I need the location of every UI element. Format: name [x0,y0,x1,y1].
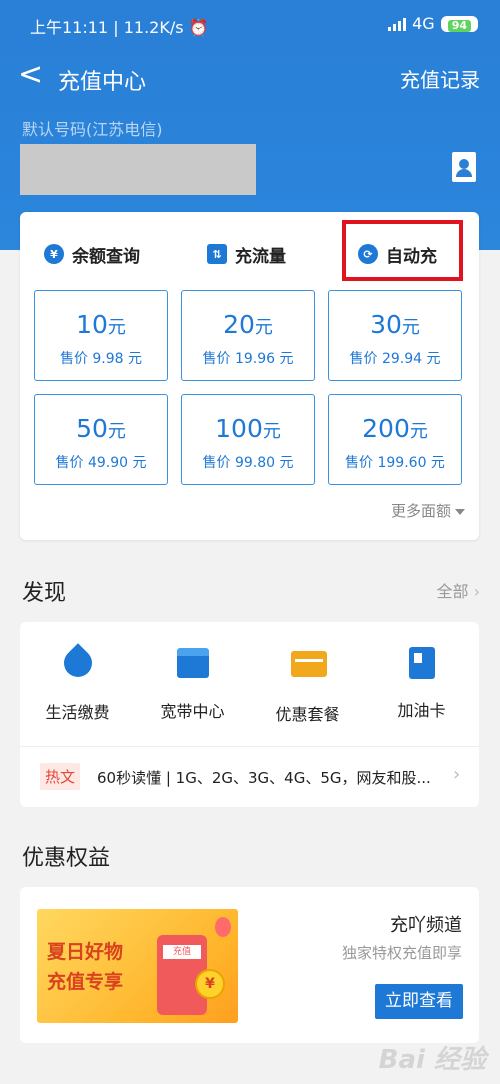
discover-item-packages[interactable]: 优惠套餐 [250,646,365,725]
amount-price: 售价 9.98 元 [59,351,143,367]
status-time: 上午11:11 [30,18,109,37]
battery-icon: 94 [440,15,478,32]
amount-value: 200 [362,414,410,443]
discover-item-label: 宽带中心 [160,702,225,721]
divider [20,746,479,747]
more-amounts-button[interactable]: 更多面额 [391,500,465,521]
battery-level: 94 [447,19,471,32]
shop-icon [176,648,210,682]
amount-value: 10 [76,310,108,339]
amount-unit: 元 [107,317,126,338]
amount-unit: 元 [254,317,273,338]
status-left: 上午11:11 | 11.2K/s ⏰ [30,18,209,37]
promo-title: 充吖频道 [390,915,462,936]
discover-all-link[interactable]: 全部 › [436,578,480,602]
yen-icon: ¥ [44,244,64,264]
caret-down-icon [455,508,465,515]
page-title: 充值中心 [58,70,147,95]
default-number-label: 默认号码(江苏电信) [22,120,163,139]
amount-price: 售价 99.80 元 [202,455,294,471]
amount-unit: 元 [401,317,420,338]
coupon-icon [290,651,327,685]
amount-value: 50 [76,414,108,443]
amount-option-30[interactable]: 30元 售价 29.94 元 [328,290,462,381]
discover-item-label: 生活缴费 [45,703,110,722]
recharge-record-link[interactable]: 充值记录 [400,64,480,93]
amount-value: 30 [370,310,402,339]
amount-option-50[interactable]: 50元 售价 49.90 元 [34,394,168,485]
amount-option-20[interactable]: 20元 售价 19.96 元 [181,290,315,381]
amount-option-200[interactable]: 200元 售价 199.60 元 [328,394,462,485]
amount-price: 售价 29.94 元 [349,351,441,367]
discover-item-label: 优惠套餐 [275,705,340,724]
banner-line1: 夏日好物 [47,941,124,963]
benefits-title: 优惠权益 [22,846,111,871]
view-now-button[interactable]: 立即查看 [375,984,463,1019]
chevron-right-icon: › [453,764,461,785]
amount-price: 售价 19.96 元 [202,351,294,367]
traffic-icon: ⇅ [207,244,227,264]
promo-banner-image[interactable]: 夏日好物 充值专享 充值 ¥ [37,909,238,1023]
discover-title: 发现 [22,581,67,606]
contact-icon[interactable] [452,152,476,182]
status-speed: 11.2K/s [123,18,184,37]
alarm-icon: ⏰ [188,18,209,37]
tab-balance-query[interactable]: ¥ 余额查询 [44,242,140,267]
tab-data-recharge[interactable]: ⇅ 充流量 [207,242,286,267]
discover-item-bill-payment[interactable]: 生活缴费 [20,643,135,723]
network-type: 4G [412,14,435,33]
tab-label: 余额查询 [72,246,140,267]
discover-item-broadband[interactable]: 宽带中心 [135,646,250,722]
discover-all-label: 全部 [436,582,469,601]
amount-unit: 元 [262,421,281,442]
promo-card: 夏日好物 充值专享 充值 ¥ 充吖频道 独家特权充值即享 立即查看 [20,887,479,1043]
banner-line2: 充值专享 [47,971,124,993]
amount-value: 100 [215,414,263,443]
discover-item-fuel-card[interactable]: 加油卡 [364,646,479,721]
amount-unit: 元 [409,421,428,442]
amount-option-100[interactable]: 100元 售价 99.80 元 [181,394,315,485]
recharge-card: ¥ 余额查询 ⇅ 充流量 ⟳ 自动充 10元 售价 9.98 元 20元 售价 … [20,212,479,540]
nav-bar: < 充值中心 充值记录 [0,48,500,104]
drop-icon [57,643,98,683]
discover-item-label: 加油卡 [397,701,446,720]
amount-unit: 元 [107,421,126,442]
status-bar: 上午11:11 | 11.2K/s ⏰ 4G 94 [0,0,500,48]
balloon-icon [215,917,231,937]
amount-value: 20 [223,310,255,339]
hot-article-link[interactable]: 60秒读懂 | 1G、2G、3G、4G、5G，网友和股... [97,767,452,788]
banner-phone-text: 充值 [163,945,201,959]
status-right: 4G 94 [388,14,478,33]
more-amounts-label: 更多面额 [390,502,451,520]
hot-article-badge: 热文 [40,763,81,790]
watermark: Bai 经验 [378,1045,486,1075]
chevron-right-icon: › [473,582,480,601]
tab-label: 充流量 [235,246,286,267]
back-icon[interactable]: < [18,60,43,90]
signal-icon [388,17,407,31]
amount-option-10[interactable]: 10元 售价 9.98 元 [34,290,168,381]
fuel-card-icon [405,647,439,681]
amount-price: 售价 49.90 元 [55,455,147,471]
highlight-box [342,220,463,281]
amount-price: 售价 199.60 元 [345,455,445,471]
promo-subtitle: 独家特权充值即享 [341,944,462,962]
coin-icon: ¥ [195,969,225,999]
phone-number-field[interactable] [20,144,256,195]
discover-card: 生活缴费 宽带中心 优惠套餐 加油卡 热文 60秒读懂 | 1G、2G、3G、4… [20,622,479,807]
